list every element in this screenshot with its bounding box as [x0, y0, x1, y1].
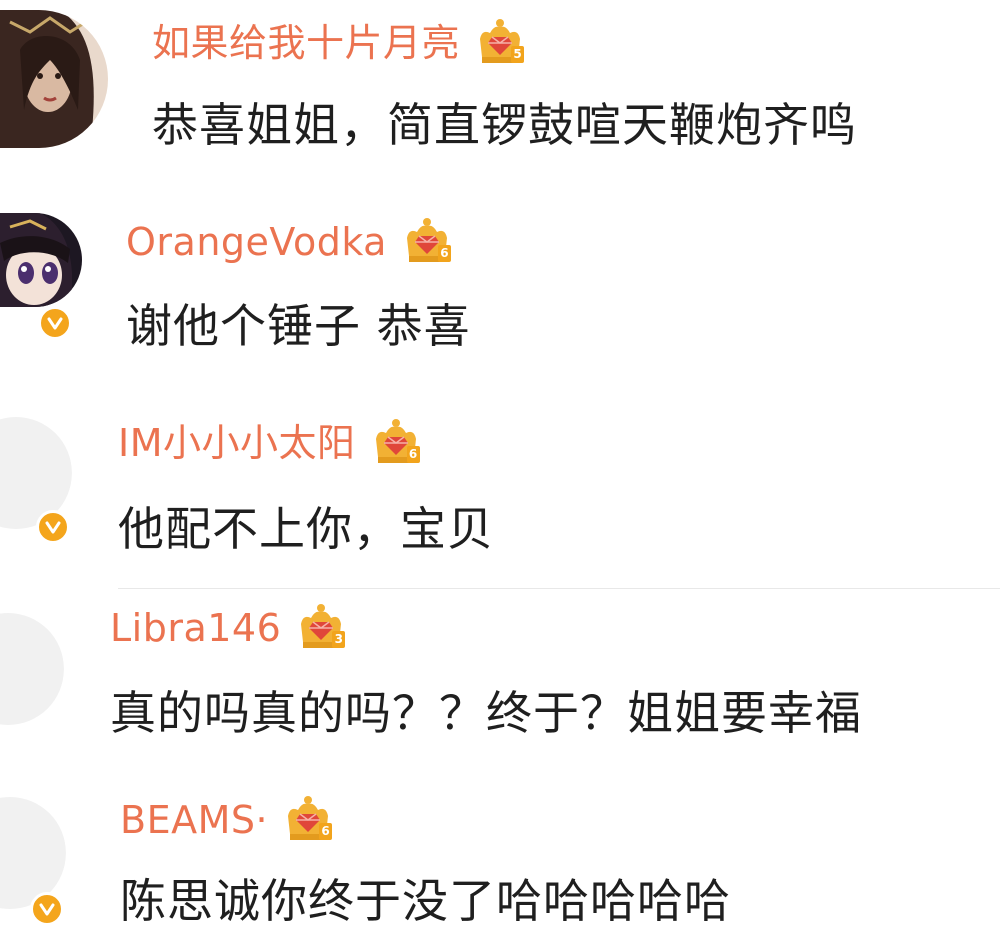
crown-level-icon: 5 [474, 17, 526, 69]
username[interactable]: Libra146 [110, 609, 281, 647]
comment-text: 恭喜姐姐，简直锣鼓喧天鞭炮齐鸣 [152, 98, 857, 152]
comment-text: 他配不上你，宝贝 [118, 502, 494, 556]
comment-text: 真的吗真的吗？？终于？姐姐要幸福 [110, 686, 862, 740]
crown-level-icon: 6 [370, 417, 422, 469]
comment-item: 如果给我十片月亮 5 恭喜姐姐，简直锣鼓喧天鞭炮齐鸣 [0, 0, 1000, 190]
crown-level-icon: 6 [401, 216, 453, 268]
comment-item: BEAMS· 6 陈思诚你终于没了哈哈哈哈哈 [0, 780, 1000, 947]
crown-level-number: 6 [319, 823, 333, 840]
username[interactable]: IM小小小太阳 [118, 424, 356, 462]
comment-item: Libra146 3 真的吗真的吗？？终于？姐姐要幸福 [0, 592, 1000, 772]
crown-level-number: 3 [332, 631, 346, 648]
crown-level-number: 5 [511, 46, 525, 63]
comment-text: 陈思诚你终于没了哈哈哈哈哈 [120, 874, 731, 928]
user-avatar[interactable] [0, 213, 82, 307]
username[interactable]: 如果给我十片月亮 [152, 24, 460, 62]
user-avatar[interactable] [0, 796, 66, 910]
verified-badge-icon [38, 306, 72, 340]
comment-divider [118, 588, 1000, 589]
user-avatar[interactable] [0, 612, 64, 726]
verified-badge-icon [30, 892, 64, 926]
crown-level-icon: 6 [282, 794, 334, 846]
username[interactable]: BEAMS· [120, 801, 268, 839]
crown-level-icon: 3 [295, 602, 347, 654]
user-avatar[interactable] [0, 10, 108, 148]
username[interactable]: OrangeVodka [126, 223, 387, 261]
verified-badge-icon [36, 510, 70, 544]
comment-text: 谢他个锤子 恭喜 [126, 299, 471, 353]
comment-item: OrangeVodka 6 谢他个锤子 恭喜 [0, 195, 1000, 395]
crown-level-number: 6 [437, 245, 451, 262]
comment-item: IM小小小太阳 6 他配不上你，宝贝 [0, 400, 1000, 588]
crown-level-number: 6 [406, 446, 420, 463]
